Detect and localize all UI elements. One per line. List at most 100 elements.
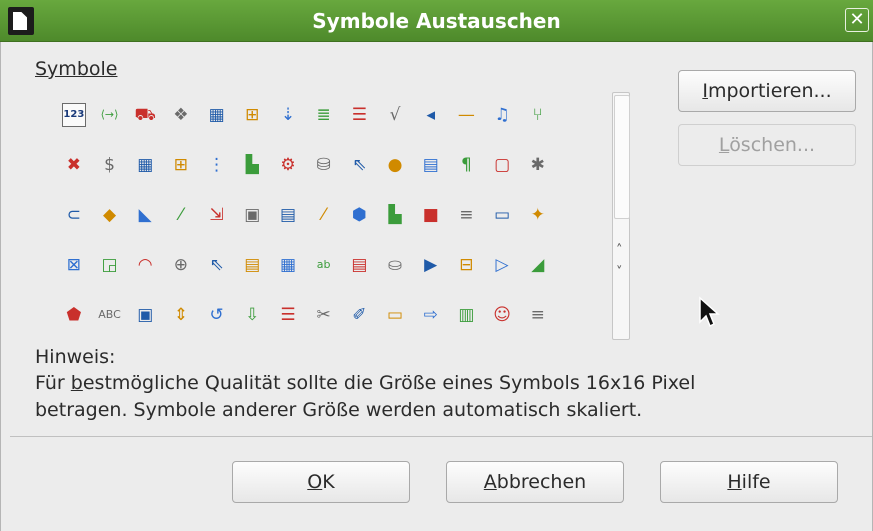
symbol-cell[interactable]: ⊂ [56, 190, 92, 240]
symbol-cell[interactable]: ✐ [342, 290, 378, 340]
hint-line-2: betragen. Symbole anderer Größe werden a… [35, 399, 643, 421]
symbol-icon: ▦ [279, 255, 296, 275]
symbol-cell[interactable]: ◣ [127, 190, 163, 240]
symbol-cell[interactable]: ⇨ [413, 290, 449, 340]
symbol-cell[interactable]: ≡ [449, 190, 485, 240]
symbol-cell[interactable]: ab [306, 240, 342, 290]
symbol-cell[interactable]: ☺ [484, 290, 520, 340]
symbol-icon: ⑂ [532, 105, 543, 125]
symbol-cell[interactable]: ☰ [270, 290, 306, 340]
symbol-cell[interactable]: ▤ [270, 190, 306, 240]
symbol-icon: ≡ [459, 205, 474, 225]
symbol-cell[interactable]: ⁄ [306, 190, 342, 240]
symbol-cell[interactable]: ▥ [449, 290, 485, 340]
symbol-icon: ⁄ [179, 205, 183, 225]
scroll-down-icon[interactable]: ˅ [616, 265, 623, 280]
symbol-cell[interactable]: ■ [413, 190, 449, 240]
symbol-cell[interactable]: ▤ [342, 240, 378, 290]
symbol-cell[interactable]: ⇖ [342, 140, 378, 190]
symbol-icon: ≡ [530, 305, 545, 325]
symbol-cell[interactable]: ⊕ [163, 240, 199, 290]
symbol-cell[interactable]: ▭ [484, 190, 520, 240]
symbol-cell[interactable]: ▤ [413, 140, 449, 190]
symbol-cell[interactable]: ▤ [234, 240, 270, 290]
symbol-cell[interactable]: ◢ [520, 240, 556, 290]
hint-title: Hinweis: [35, 346, 116, 368]
ok-button[interactable]: OK [232, 461, 410, 503]
divider [10, 436, 872, 437]
symbol-cell[interactable]: ⛟ [127, 90, 163, 140]
symbol-scrollbar[interactable]: ˄ ˅ [612, 92, 630, 340]
symbol-icon: ⁄ [322, 205, 326, 225]
symbol-cell[interactable]: ● [377, 140, 413, 190]
symbol-cell[interactable]: ▦ [199, 90, 235, 140]
symbol-cell[interactable]: ✦ [520, 190, 556, 240]
symbol-cell[interactable]: ⇕ [163, 290, 199, 340]
symbol-cell[interactable]: ⇣ [270, 90, 306, 140]
symbol-cell[interactable]: √ [377, 90, 413, 140]
symbol-cell[interactable]: ≣ [306, 90, 342, 140]
symbol-cell[interactable]: ABC [92, 290, 128, 340]
symbol-icon: ¶ [460, 155, 472, 175]
symbol-icon: ▤ [351, 255, 368, 275]
delete-button[interactable]: Löschen... [678, 124, 856, 166]
symbol-cell[interactable]: ⑂ [520, 90, 556, 140]
symbol-icon: ♫ [494, 105, 510, 125]
symbol-cell[interactable]: ⛁ [306, 140, 342, 190]
symbol-cell[interactable]: ⛀ [377, 240, 413, 290]
symbol-grid[interactable]: 123 ⟨→⟩ ⛟ ❖ ▦ ⊞ ⇣ ≣ ☰ √ ◂ — ♫ ⑂ ✖ $ ▦ ⊞ ⋮ ▙ ⚙ ⛁ ⇖ ● ▤ ¶ ▢ ✱ ⊂ ◆ ◣ ⁄ ⇲ ▣ ▤ ⁄… [56, 90, 628, 340]
help-button[interactable]: Hilfe [660, 461, 838, 503]
symbol-cell[interactable]: ▢ [484, 140, 520, 190]
symbol-icon: ⛀ [387, 255, 403, 275]
symbol-cell[interactable]: ☰ [342, 90, 378, 140]
symbol-cell[interactable]: ⟨→⟩ [92, 90, 128, 140]
symbol-cell[interactable]: ⇲ [199, 190, 235, 240]
symbol-cell[interactable]: ▦ [270, 240, 306, 290]
cancel-button[interactable]: Abbrechen [446, 461, 624, 503]
symbol-icon: — [457, 105, 475, 125]
symbol-cell[interactable]: ♫ [484, 90, 520, 140]
symbol-cell[interactable]: ⇖ [199, 240, 235, 290]
symbol-cell[interactable]: ◲ [92, 240, 128, 290]
symbol-cell[interactable]: ▦ [127, 140, 163, 190]
symbol-cell[interactable]: ⊟ [449, 240, 485, 290]
import-button[interactable]: Importieren... [678, 70, 856, 112]
symbol-cell[interactable]: 123 [56, 90, 92, 140]
symbol-icon: ⇩ [245, 305, 260, 325]
symbol-cell[interactable]: ▭ [377, 290, 413, 340]
symbol-cell[interactable]: ▣ [127, 290, 163, 340]
symbol-cell[interactable]: ✂ [306, 290, 342, 340]
symbol-cell[interactable]: ▙ [377, 190, 413, 240]
close-button[interactable]: ✕ [845, 8, 869, 32]
symbol-icon: 123 [61, 103, 86, 127]
symbol-icon: ↺ [209, 305, 224, 325]
symbol-cell[interactable]: ▙ [234, 140, 270, 190]
symbol-cell[interactable]: ≡ [520, 290, 556, 340]
symbol-cell[interactable]: ◂ [413, 90, 449, 140]
symbol-cell[interactable]: ⁄ [163, 190, 199, 240]
symbol-cell[interactable]: ◆ [92, 190, 128, 240]
symbol-cell[interactable]: ▣ [234, 190, 270, 240]
symbol-cell[interactable]: ⊠ [56, 240, 92, 290]
symbol-cell[interactable]: ↺ [199, 290, 235, 340]
symbol-cell[interactable]: ▷ [484, 240, 520, 290]
symbol-cell[interactable]: ⬢ [342, 190, 378, 240]
symbol-cell[interactable]: ⬟ [56, 290, 92, 340]
symbol-cell[interactable]: ¶ [449, 140, 485, 190]
symbol-cell[interactable]: ◠ [127, 240, 163, 290]
symbol-cell[interactable]: ⊞ [234, 90, 270, 140]
scroll-up-icon[interactable]: ˄ [616, 243, 623, 258]
symbol-cell[interactable]: — [449, 90, 485, 140]
symbol-cell[interactable]: ▶ [413, 240, 449, 290]
symbol-cell[interactable]: ⚙ [270, 140, 306, 190]
symbol-cell[interactable]: ⋮ [199, 140, 235, 190]
symbol-cell[interactable]: ⇩ [234, 290, 270, 340]
symbol-icon: ⇣ [280, 105, 296, 125]
symbol-cell[interactable]: ⊞ [163, 140, 199, 190]
symbol-icon: ⊟ [459, 255, 474, 275]
symbol-cell[interactable]: $ [92, 140, 128, 190]
symbol-cell[interactable]: ✖ [56, 140, 92, 190]
symbol-cell[interactable]: ✱ [520, 140, 556, 190]
symbol-cell[interactable]: ❖ [163, 90, 199, 140]
scrollbar-thumb[interactable] [614, 95, 630, 219]
